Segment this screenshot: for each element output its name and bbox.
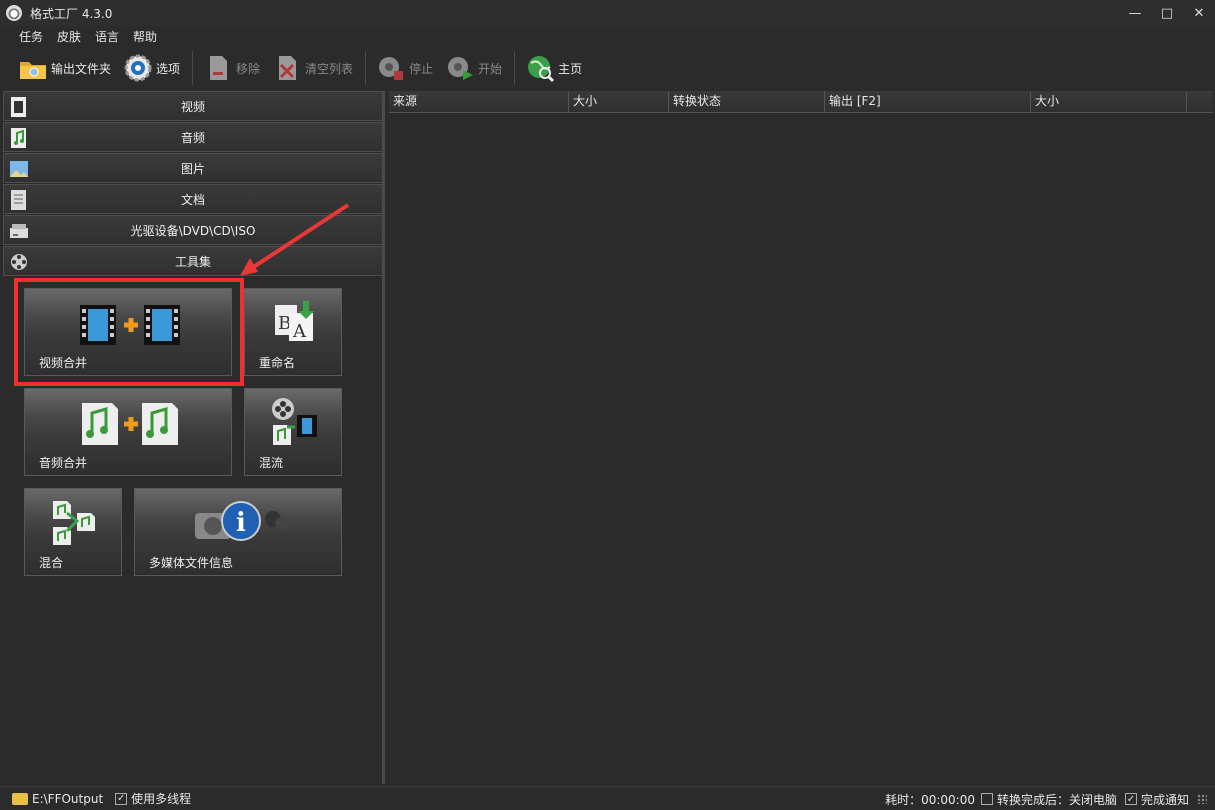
column-output-size[interactable]: 大小 <box>1031 91 1187 113</box>
elapsed-time: 耗时：00:00:00 <box>885 792 975 807</box>
folder-icon <box>12 792 28 805</box>
column-filler <box>1187 91 1211 113</box>
after-convert-checkbox[interactable] <box>980 793 993 805</box>
after-convert-label: 转换完成后：关闭电脑 <box>996 792 1117 807</box>
multithread-label: 使用多线程 <box>131 792 192 806</box>
column-source[interactable]: 来源 <box>389 91 569 113</box>
status-bar: E:\FFOutput ✓ 使用多线程 耗时：00:00:00 转换完成后：关闭… <box>0 786 1215 810</box>
notify-label: 完成通知 <box>1140 792 1189 807</box>
column-size[interactable]: 大小 <box>569 91 669 113</box>
column-output[interactable]: 输出 [F2] <box>825 91 1031 113</box>
multithread-checkbox[interactable]: ✓ <box>115 792 128 805</box>
task-list-panel: 来源 大小 转换状态 输出 [F2] 大小 <box>389 91 1213 784</box>
column-status[interactable]: 转换状态 <box>669 91 825 113</box>
resize-grip-icon[interactable] <box>1197 794 1207 804</box>
notify-checkbox[interactable]: ✓ <box>1124 793 1137 805</box>
status-right: 耗时：00:00:00 转换完成后：关闭电脑 ✓ 完成通知 <box>885 787 1207 810</box>
task-table-header: 来源 大小 转换状态 输出 [F2] 大小 <box>389 91 1213 113</box>
output-path[interactable]: E:\FFOutput <box>32 792 103 806</box>
